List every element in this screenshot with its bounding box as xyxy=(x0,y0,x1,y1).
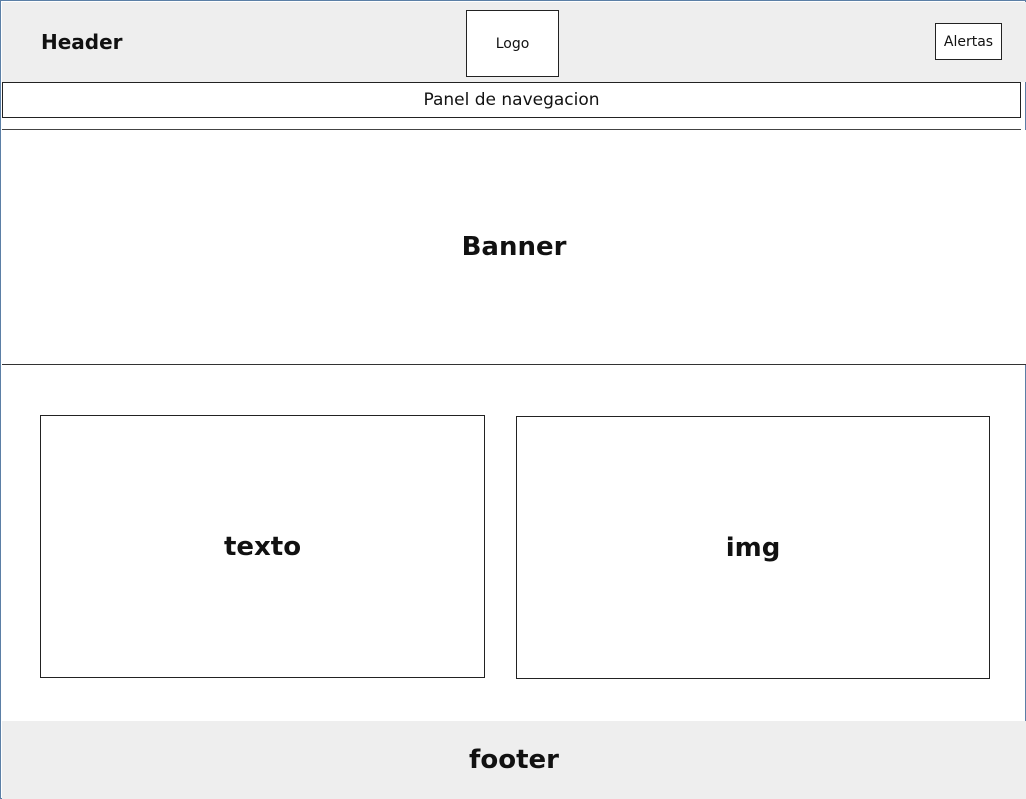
image-placeholder: img xyxy=(516,416,990,679)
header-bar: Header Logo Alertas xyxy=(2,2,1026,82)
alerts-button[interactable]: Alertas xyxy=(935,23,1002,60)
logo[interactable]: Logo xyxy=(466,10,559,77)
navigation-panel-label: Panel de navegacion xyxy=(423,90,600,110)
text-block: texto xyxy=(40,415,485,678)
navigation-panel[interactable]: Panel de navegacion xyxy=(2,82,1021,118)
footer-label: footer xyxy=(469,745,559,775)
text-block-label: texto xyxy=(223,531,302,562)
banner-label: Banner xyxy=(461,232,567,262)
logo-label: Logo xyxy=(495,35,530,52)
wireframe-canvas: Header Logo Alertas Panel de navegacion … xyxy=(0,0,1026,799)
banner: Banner xyxy=(2,130,1026,365)
image-placeholder-label: img xyxy=(725,532,781,563)
alerts-label: Alertas xyxy=(943,33,994,50)
footer: footer xyxy=(2,721,1026,799)
header-title: Header xyxy=(41,30,123,54)
